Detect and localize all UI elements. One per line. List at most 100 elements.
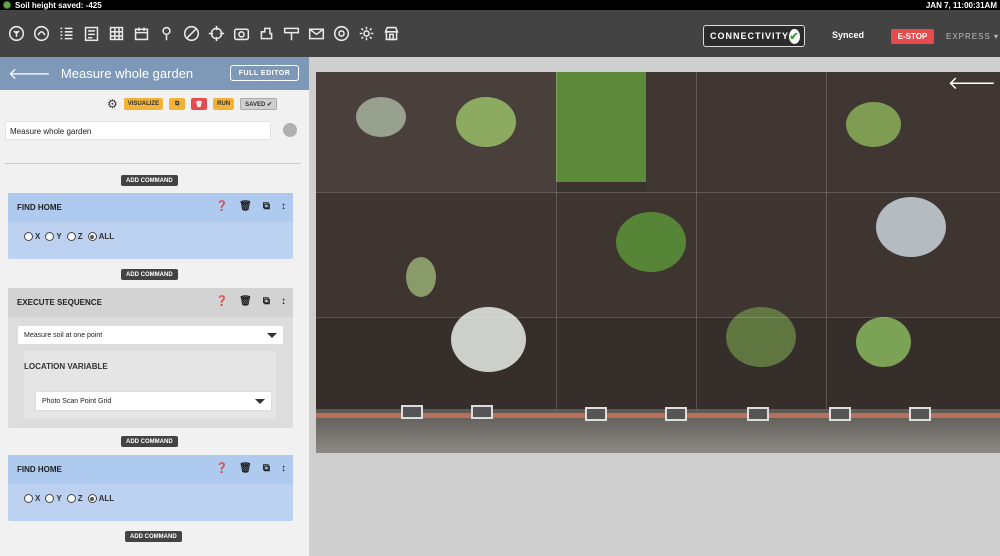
trash-icon[interactable]: 🗑 xyxy=(239,201,252,212)
plant xyxy=(356,97,406,137)
shop-icon[interactable] xyxy=(379,18,403,50)
grid-line xyxy=(556,72,557,452)
plant xyxy=(406,257,436,297)
step-execute-sequence: EXECUTE SEQUENCE ❓ 🗑 ⧉ ↕ Measure soil at… xyxy=(8,288,293,428)
full-editor-button[interactable]: FULL EDITOR xyxy=(230,65,299,81)
duplicate-icon[interactable]: ⧉ xyxy=(263,296,270,307)
tool-slot xyxy=(665,407,687,421)
grid-line xyxy=(316,192,1000,193)
location-variable-label: LOCATION VARIABLE xyxy=(24,362,108,371)
add-command-button[interactable]: ADD COMMAND xyxy=(121,436,178,447)
add-command-button[interactable]: ADD COMMAND xyxy=(121,269,178,280)
photos-icon[interactable] xyxy=(229,18,253,50)
nav-icon-group xyxy=(0,18,403,50)
step-actions: ❓ 🗑 ⧉ ↕ xyxy=(216,463,286,474)
radio-x[interactable]: X xyxy=(24,494,40,504)
photo-tile xyxy=(556,72,646,182)
step-find-home-1: FIND HOME ❓ 🗑 ⧉ ↕ X Y Z ALL xyxy=(8,193,293,259)
tools-icon[interactable] xyxy=(254,18,278,50)
back-arrow-icon[interactable]: 🡐 xyxy=(8,63,51,84)
duplicate-icon[interactable]: ⧉ xyxy=(263,463,270,474)
settings-icon[interactable] xyxy=(354,18,378,50)
help-icon[interactable]: ❓ xyxy=(216,296,228,307)
delete-button[interactable]: 🗑 xyxy=(191,98,208,110)
messages-icon[interactable] xyxy=(304,18,328,50)
copy-button[interactable]: ⧉ xyxy=(169,98,186,110)
status-text: Soil height saved: -425 xyxy=(15,0,102,10)
plant xyxy=(876,197,946,257)
color-picker[interactable] xyxy=(283,123,297,137)
garden-map-area[interactable]: 🡐 xyxy=(309,57,1000,556)
gear-icon[interactable]: ⚙ xyxy=(107,97,118,111)
radio-all[interactable]: ALL xyxy=(87,232,114,242)
status-dot-icon xyxy=(3,1,11,9)
grid-line xyxy=(826,72,827,452)
location-variable-select[interactable]: Photo Scan Point Grid xyxy=(35,391,272,411)
tool-slot xyxy=(909,407,931,421)
help-icon[interactable]: ❓ xyxy=(216,201,228,212)
add-command-button[interactable]: ADD COMMAND xyxy=(121,175,178,186)
drag-handle-icon[interactable]: ↕ xyxy=(281,463,286,474)
radio-y[interactable]: Y xyxy=(45,494,62,504)
sequence-name-input[interactable]: Measure whole garden xyxy=(5,121,271,140)
chevron-down-icon xyxy=(267,333,277,338)
step-header: FIND HOME ❓ 🗑 ⧉ ↕ xyxy=(8,193,293,222)
garden-photo-map[interactable] xyxy=(316,72,1000,452)
step-header: EXECUTE SEQUENCE ❓ 🗑 ⧉ ↕ xyxy=(8,288,293,317)
radio-x[interactable]: X xyxy=(24,232,40,242)
tool-slot xyxy=(585,407,607,421)
plant xyxy=(856,317,911,367)
plant xyxy=(456,97,516,147)
sync-status[interactable]: Synced xyxy=(832,30,864,40)
help-icon[interactable]: ❓ xyxy=(216,463,228,474)
trash-icon[interactable]: 🗑 xyxy=(239,296,252,307)
sequence-editor-panel: 🡐 Measure whole garden FULL EDITOR ⚙ VIS… xyxy=(0,57,309,556)
divider xyxy=(5,163,301,164)
add-command-button[interactable]: ADD COMMAND xyxy=(125,531,182,542)
axis-radio-group: X Y Z ALL xyxy=(8,222,293,251)
visualize-button[interactable]: VISUALIZE xyxy=(123,98,164,110)
run-button[interactable]: RUN xyxy=(213,98,235,110)
plants-icon[interactable] xyxy=(4,18,28,50)
system-status-bar: Soil height saved: -425 JAN 7, 11:00:31A… xyxy=(0,0,1000,10)
connectivity-button[interactable]: CONNECTIVITY ✔ xyxy=(703,25,805,47)
help-icon[interactable] xyxy=(329,18,353,50)
photo-tile xyxy=(316,72,556,192)
map-grid-icon[interactable] xyxy=(104,18,128,50)
drag-handle-icon[interactable]: ↕ xyxy=(281,296,286,307)
grid-line xyxy=(316,317,1000,318)
radio-all[interactable]: ALL xyxy=(87,494,114,504)
sequence-select[interactable]: Measure soil at one point xyxy=(17,325,284,345)
point-icon[interactable] xyxy=(154,18,178,50)
radio-y[interactable]: Y xyxy=(45,232,62,242)
back-arrow-icon[interactable]: 🡐 xyxy=(948,73,996,94)
grid-line xyxy=(696,72,697,452)
plant xyxy=(726,307,796,367)
sequences-icon[interactable] xyxy=(54,18,78,50)
step-title: EXECUTE SEQUENCE xyxy=(17,298,102,307)
step-title: FIND HOME xyxy=(17,203,62,212)
crosshair-icon[interactable] xyxy=(204,18,228,50)
sequence-select-value: Measure soil at one point xyxy=(24,332,103,339)
axis-radio-group: X Y Z ALL xyxy=(8,484,293,513)
controls-icon[interactable] xyxy=(279,18,303,50)
drag-handle-icon[interactable]: ↕ xyxy=(281,201,286,212)
trash-icon[interactable]: 🗑 xyxy=(239,463,252,474)
estop-button[interactable]: E-STOP xyxy=(891,29,934,44)
device-menu[interactable]: EXPRESS ▾ xyxy=(946,32,999,41)
plant xyxy=(616,212,686,272)
step-title: FIND HOME xyxy=(17,465,62,474)
radio-z[interactable]: Z xyxy=(66,232,83,242)
location-variable-box: LOCATION VARIABLE Photo Scan Point Grid xyxy=(24,351,276,419)
weeds-icon[interactable] xyxy=(179,18,203,50)
events-icon[interactable] xyxy=(129,18,153,50)
regimens-icon[interactable] xyxy=(79,18,103,50)
navbar: CONNECTIVITY ✔ Synced E-STOP EXPRESS ▾ xyxy=(0,10,1000,57)
radio-z[interactable]: Z xyxy=(66,494,83,504)
farmware-icon[interactable] xyxy=(29,18,53,50)
saved-button[interactable]: SAVED ✔ xyxy=(240,98,278,110)
duplicate-icon[interactable]: ⧉ xyxy=(263,201,270,212)
step-header: FIND HOME ❓ 🗑 ⧉ ↕ xyxy=(8,455,293,484)
datetime: JAN 7, 11:00:31AM xyxy=(925,0,997,10)
step-actions: ❓ 🗑 ⧉ ↕ xyxy=(216,296,286,307)
